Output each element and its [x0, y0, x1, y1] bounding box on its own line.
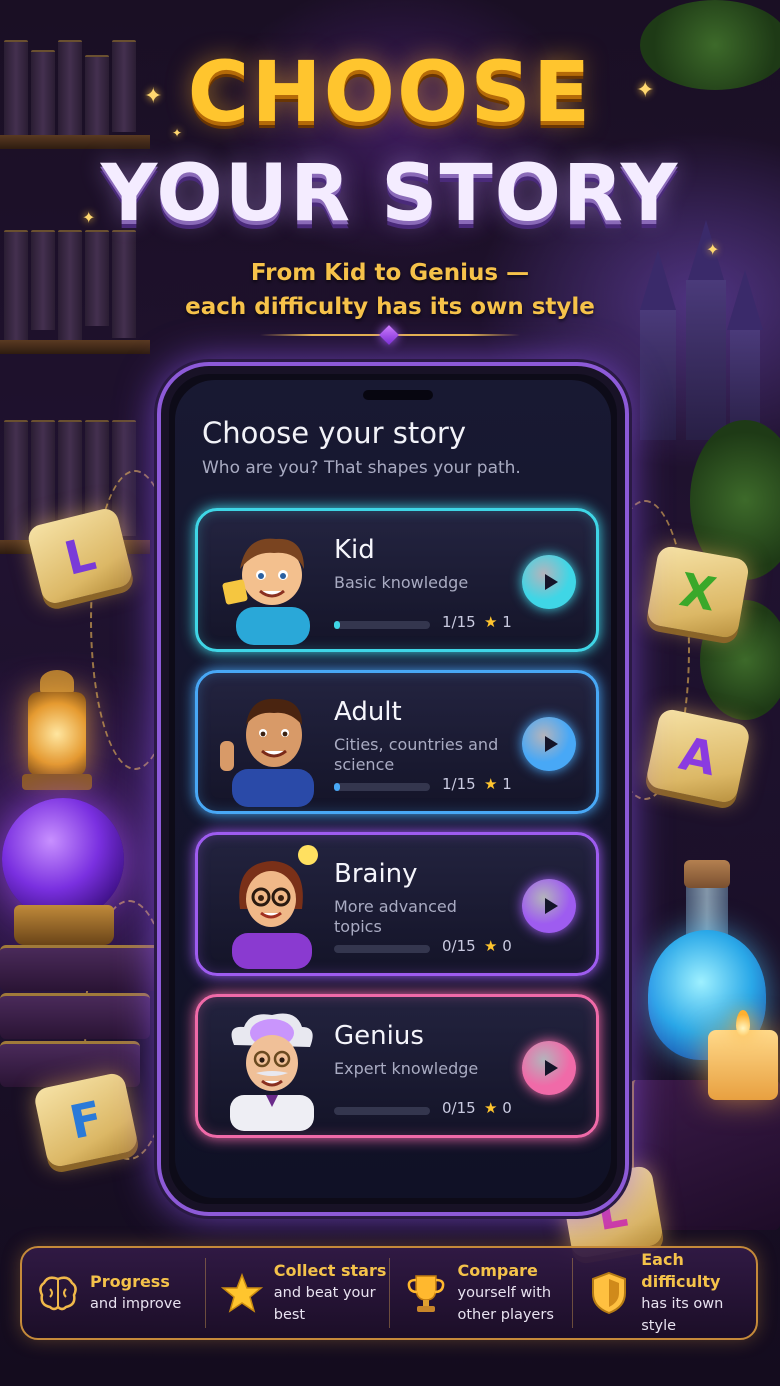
- headline-line-1: CHOOSE: [187, 43, 593, 141]
- star-icon: ★: [484, 937, 498, 955]
- level-stars-count: 0: [502, 1099, 512, 1117]
- star-icon: ★: [484, 1099, 498, 1117]
- headline: CHOOSE YOUR STORY From Kid to Genius — e…: [0, 43, 780, 345]
- level-stars: ★ 0: [484, 1099, 512, 1117]
- headline-subtitle: From Kid to Genius — each difficulty has…: [0, 256, 780, 324]
- level-stars: ★ 1: [484, 613, 512, 631]
- headline-subtitle-line-2: each difficulty has its own style: [185, 294, 595, 320]
- feature-title: Each difficulty: [641, 1250, 721, 1291]
- level-stars-count: 1: [502, 613, 512, 631]
- level-progress-bar: [334, 621, 430, 629]
- phone-mockup: Choose your story Who are you? That shap…: [157, 362, 629, 1216]
- play-icon: [544, 1060, 558, 1076]
- feature-title: Progress: [90, 1272, 170, 1291]
- play-button[interactable]: [522, 555, 576, 609]
- feature-title: Compare: [457, 1261, 538, 1280]
- level-progress-text: 0/15: [442, 937, 476, 955]
- feature-title: Collect stars: [273, 1261, 387, 1280]
- level-title: Genius: [334, 1021, 424, 1051]
- play-button[interactable]: [522, 879, 576, 933]
- star-icon: ★: [484, 613, 498, 631]
- level-title: Adult: [334, 697, 402, 727]
- level-progress-text: 1/15: [442, 613, 476, 631]
- crystal-ball-illustration: [2, 798, 124, 920]
- lantern-illustration: [22, 670, 92, 800]
- ornament-divider: [260, 325, 520, 345]
- level-progress-text: 1/15: [442, 775, 476, 793]
- level-stars-count: 0: [502, 937, 512, 955]
- level-progress-fill: [334, 621, 341, 629]
- trophy-icon: [404, 1271, 448, 1315]
- headline-subtitle-line-1: From Kid to Genius —: [250, 260, 530, 286]
- letter-tile: X: [645, 544, 751, 640]
- phone-screen: Choose your story Who are you? That shap…: [175, 380, 611, 1198]
- feature-compare: Compare yourself with other players: [390, 1258, 574, 1328]
- level-stars-count: 1: [502, 775, 512, 793]
- feature-progress: Progress and improve: [22, 1258, 206, 1328]
- play-button[interactable]: [522, 1041, 576, 1095]
- level-progress-bar: [334, 1107, 430, 1115]
- play-icon: [544, 898, 558, 914]
- play-button[interactable]: [522, 717, 576, 771]
- level-title: Kid: [334, 535, 375, 565]
- feature-text: and beat your best: [273, 1285, 376, 1323]
- feature-text: yourself with other players: [457, 1285, 554, 1323]
- play-icon: [544, 574, 558, 590]
- level-title: Brainy: [334, 859, 418, 889]
- play-icon: [544, 736, 558, 752]
- level-description: Basic knowledge: [334, 573, 469, 592]
- level-card-adult[interactable]: Adult Cities, countries and science 1/15…: [195, 670, 599, 814]
- level-stars: ★ 1: [484, 775, 512, 793]
- feature-each-difficulty: Each difficulty has its own style: [573, 1250, 756, 1334]
- adult-avatar: [216, 681, 326, 807]
- shield-icon: [587, 1271, 631, 1315]
- brainy-avatar: [216, 843, 326, 969]
- book-stack: [0, 945, 160, 991]
- level-card-kid[interactable]: Kid Basic knowledge 1/15 ★ 1: [195, 508, 599, 652]
- page-subtitle: Who are you? That shapes your path.: [202, 458, 521, 478]
- star-icon: [220, 1271, 264, 1315]
- candle-flame: [736, 1010, 750, 1036]
- page-title: Choose your story: [202, 416, 467, 450]
- book-stack: [0, 993, 150, 1039]
- crystal-ball-stand: [14, 905, 114, 945]
- level-progress-bar: [334, 945, 430, 953]
- features-bar: Progress and improve Collect stars and bea…: [20, 1246, 758, 1340]
- level-card-brainy[interactable]: Brainy More advanced topics 0/15 ★ 0: [195, 832, 599, 976]
- feature-collect-stars: Collect stars and beat your best: [206, 1258, 390, 1328]
- feature-text: has its own style: [641, 1296, 724, 1334]
- bookshelf: [0, 340, 150, 354]
- phone-notch: [363, 390, 433, 400]
- level-progress-bar: [334, 783, 430, 791]
- level-progress-text: 0/15: [442, 1099, 476, 1117]
- level-stars: ★ 0: [484, 937, 512, 955]
- level-description: Expert knowledge: [334, 1059, 479, 1078]
- level-card-genius[interactable]: Genius Expert knowledge 0/15 ★ 0: [195, 994, 599, 1138]
- genius-avatar: [216, 1005, 326, 1131]
- brain-icon: [36, 1271, 80, 1315]
- star-icon: ★: [484, 775, 498, 793]
- feature-text: and improve: [90, 1296, 182, 1312]
- candle-illustration: [708, 1030, 778, 1100]
- level-description: More advanced topics: [334, 897, 457, 936]
- kid-avatar: [216, 519, 326, 645]
- level-progress-fill: [334, 783, 341, 791]
- headline-line-2: YOUR STORY: [100, 149, 680, 239]
- level-description: Cities, countries and science: [334, 735, 499, 774]
